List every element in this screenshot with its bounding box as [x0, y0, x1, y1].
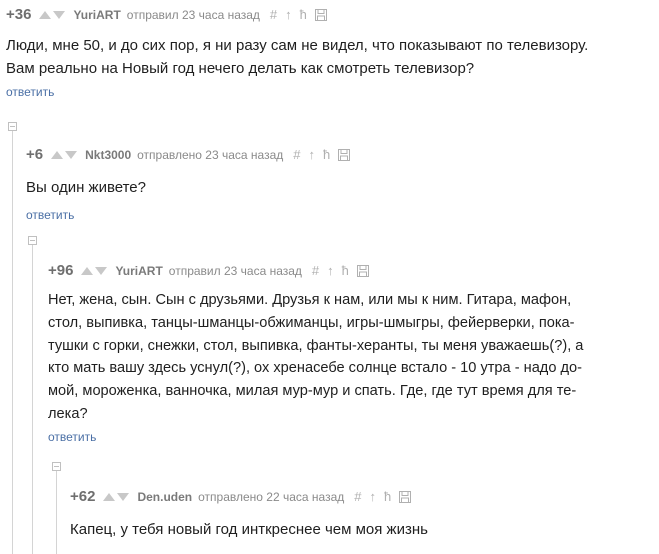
- comment-text-line: тушки с горки, снежки, стол, выпивка, фа…: [48, 337, 584, 354]
- permalink-icon[interactable]: #: [293, 147, 300, 162]
- save-icon[interactable]: [356, 264, 369, 277]
- branch-icon[interactable]: ћ: [323, 147, 330, 162]
- comment-time: отправил 23 часа назад: [168, 263, 302, 278]
- vote-controls: [39, 10, 66, 19]
- comment-actions: # ↑ ћ: [354, 489, 412, 504]
- comment-header: +62 Den.uden отправлено 22 часа назад # …: [70, 488, 655, 505]
- comment-author[interactable]: YuriART: [73, 8, 120, 22]
- save-icon[interactable]: [338, 148, 351, 161]
- comment: +36 YuriART отправил 23 часа назад # ↑ ћ…: [6, 6, 656, 99]
- reply-link[interactable]: ответить: [48, 430, 653, 444]
- comment-text-line: Капец, у тебя новый год инткреснее чем м…: [70, 521, 428, 538]
- vote-controls: [81, 266, 108, 275]
- comment-actions: # ↑ ћ: [312, 263, 369, 278]
- comment-text-line: лека?: [48, 405, 88, 422]
- branch-icon[interactable]: ћ: [300, 7, 307, 22]
- comment-score: +62: [70, 488, 96, 505]
- reply-link[interactable]: ответить: [6, 85, 656, 99]
- comment-body: Люди, мне 50, и до сих пор, я ни разу са…: [6, 35, 656, 80]
- upvote-icon[interactable]: [51, 150, 64, 159]
- comment-text-line: Вы один живете?: [26, 179, 146, 196]
- comment-author[interactable]: YuriART: [115, 264, 162, 278]
- downvote-icon[interactable]: [53, 10, 66, 19]
- parent-arrow-icon[interactable]: ↑: [309, 147, 316, 162]
- branch-icon[interactable]: ћ: [384, 489, 391, 504]
- collapse-toggle[interactable]: [52, 462, 61, 471]
- comment-time: отправлено 22 часа назад: [198, 489, 345, 504]
- upvote-icon[interactable]: [81, 266, 94, 275]
- comment-header: +6 Nkt3000 отправлено 23 часа назад # ↑ …: [26, 146, 646, 163]
- comment-score: +96: [48, 262, 74, 279]
- upvote-icon[interactable]: [39, 10, 52, 19]
- upvote-icon[interactable]: [103, 492, 116, 501]
- vote-controls: [103, 492, 130, 501]
- comment-body: Вы один живете?: [26, 177, 646, 200]
- save-icon[interactable]: [314, 8, 327, 21]
- comment-actions: # ↑ ћ: [293, 147, 351, 162]
- branch-icon[interactable]: ћ: [342, 263, 349, 278]
- comment-time: отправлено 23 часа назад: [137, 147, 284, 162]
- thread-line: [12, 126, 13, 554]
- vote-controls: [51, 150, 78, 159]
- comment-text-line: кто мать вашу здесь уснул(?), ох хренасе…: [48, 360, 582, 377]
- comment-body: Капец, у тебя новый год инткреснее чем м…: [70, 519, 655, 542]
- comment-score: +6: [26, 146, 44, 163]
- comment: +96 YuriART отправил 23 часа назад # ↑ ћ…: [48, 262, 653, 444]
- comment: +6 Nkt3000 отправлено 23 часа назад # ↑ …: [26, 146, 646, 222]
- permalink-icon[interactable]: #: [312, 263, 319, 278]
- collapse-toggle[interactable]: [8, 122, 17, 131]
- collapse-toggle[interactable]: [28, 236, 37, 245]
- comment-actions: # ↑ ћ: [270, 7, 327, 22]
- comment-text-line: Нет, жена, сын. Сын с друзьями. Друзья к…: [48, 292, 572, 308]
- downvote-icon[interactable]: [117, 492, 130, 501]
- parent-arrow-icon[interactable]: ↑: [369, 489, 376, 504]
- comment-author[interactable]: Den.uden: [137, 490, 192, 504]
- parent-arrow-icon[interactable]: ↑: [285, 7, 292, 22]
- reply-link[interactable]: ответить: [26, 208, 646, 222]
- comment-body: Нет, жена, сын. Сын с друзьями. Друзья к…: [48, 289, 653, 426]
- comment-score: +36: [6, 6, 32, 23]
- comment: +62 Den.uden отправлено 22 часа назад # …: [70, 488, 655, 542]
- comment-text-line: стол, выпивка, танцы-шманцы-обжиманцы, и…: [48, 314, 575, 331]
- comment-text-line: Люди, мне 50, и до сих пор, я ни разу са…: [6, 37, 589, 54]
- parent-arrow-icon[interactable]: ↑: [327, 263, 334, 278]
- comment-header: +96 YuriART отправил 23 часа назад # ↑ ћ: [48, 262, 653, 279]
- save-icon[interactable]: [399, 490, 412, 503]
- thread-line: [56, 466, 57, 554]
- comment-text-line: Вам реально на Новый год нечего делать к…: [6, 59, 475, 77]
- thread-line: [32, 240, 33, 554]
- permalink-icon[interactable]: #: [270, 7, 277, 22]
- downvote-icon[interactable]: [95, 266, 108, 275]
- comment-time: отправил 23 часа назад: [126, 7, 260, 22]
- comment-header: +36 YuriART отправил 23 часа назад # ↑ ћ: [6, 6, 656, 23]
- downvote-icon[interactable]: [65, 150, 78, 159]
- comment-author[interactable]: Nkt3000: [85, 148, 131, 162]
- comment-text-line: мой, мороженка, ванночка, милая мур-мур …: [48, 383, 577, 400]
- permalink-icon[interactable]: #: [354, 489, 361, 504]
